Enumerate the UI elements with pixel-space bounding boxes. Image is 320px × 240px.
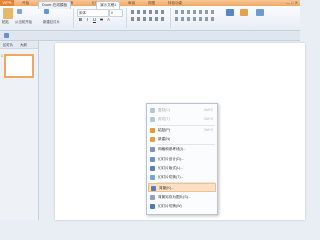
menu-item-switch-slide[interactable]: 幻灯片切换(W) [148,202,216,211]
ribbon-divider [126,8,127,28]
new-slide-icon[interactable] [44,9,49,14]
home-tab-icon[interactable] [4,33,9,38]
bold-button[interactable]: B [78,17,83,23]
menu-item-label: 网格和参考线(I)... [158,147,186,152]
menu-item-slide-layout[interactable]: 幻灯片版式(L)... [148,164,216,173]
menu-item-shortcut: Ctrl+X [204,117,213,122]
shape-icon[interactable] [226,9,234,16]
menu-item-slide-transition[interactable]: 幻灯片切换(T)... [148,173,216,182]
strike-button[interactable]: S [99,17,104,23]
italic-button[interactable]: I [85,17,90,23]
new-slide-label[interactable]: 新建幻灯片 [43,20,60,25]
menu-item-label: 幻灯片设计(D)... [158,156,184,161]
slide-design-icon [150,156,155,162]
menu-item-shortcut: Ctrl+V [204,127,213,132]
menu-item-label: 剪切(T) [158,117,170,122]
slide-transition-icon [150,175,155,181]
indent-icons[interactable] [131,17,165,21]
menu-item-paste[interactable]: 粘贴(P) Ctrl+V [148,126,216,135]
menu-item-new[interactable]: 新建(N) [148,135,216,144]
paste-icon[interactable] [3,8,13,19]
context-menu: 复制(C) Ctrl+C 剪切(T) Ctrl+X 粘贴(P) Ctrl+V 新建(N) 网格… [146,103,218,215]
tab-slides[interactable]: 幻灯片 [3,42,13,48]
tab-outline[interactable]: 大纲 [20,42,27,48]
find-icon[interactable] [256,9,264,16]
font-name-value: 宋体 [79,11,86,15]
menu-item-shortcut: Ctrl+C [203,108,213,112]
menu-item-cut[interactable]: 剪切(T) Ctrl+X [148,115,216,124]
menu-item-background[interactable]: 背景(K)... [148,183,216,193]
menu-item-label: 幻灯片切换(W) [158,204,182,208]
menu-item-label: 背景另存为图片(S)... [158,194,191,199]
paste-icon [150,127,155,133]
drawing-tools-icons[interactable] [175,10,215,14]
menu-item-copy[interactable]: 复制(C) Ctrl+C [148,106,216,115]
font-size-select[interactable]: 0 [109,9,123,17]
menu-item-label: 复制(C) [158,108,171,112]
menu-item-label: 幻灯片版式(L)... [158,165,184,170]
save-background-as-image-icon [150,194,155,200]
slide-number: 1 [1,54,3,58]
font-name-select[interactable]: 宋体 [77,9,109,17]
menu-item-slide-design[interactable]: 幻灯片设计(D)... [148,155,216,164]
from-current-label[interactable]: 从当前开始 [15,20,32,25]
slide-thumbnail[interactable] [4,54,34,78]
menu-item-label: 粘贴(P) [158,127,170,132]
ribbon-divider [170,8,171,28]
copy-icon [150,108,155,113]
grid-guides-icon [150,147,155,153]
format-painter-icon[interactable] [240,9,248,16]
from-current-icon[interactable] [17,9,22,14]
menu-item-label: 幻灯片切换(T)... [158,175,184,180]
menu-item-save-background-as-image[interactable]: 背景另存为图片(S)... [148,193,216,202]
tab-docer-templates[interactable]: Docer-在线模板 [38,1,72,9]
tab-presentation[interactable]: 演示文稿1 [96,1,121,9]
cut-icon [150,117,155,123]
arrange-tools-icons[interactable] [175,17,215,21]
new-icon [150,136,155,142]
slide-layout-icon [150,165,155,171]
paste-label: 粘贴 [2,20,9,24]
underline-button[interactable]: U [92,17,97,23]
background-icon [151,186,156,192]
switch-slide-icon [150,204,155,209]
font-color-button[interactable]: A [106,17,111,23]
paragraph-align-icons[interactable] [131,10,165,14]
menu-item-grid-guides[interactable]: 网格和参考线(I)... [148,145,216,154]
ribbon-divider [73,8,74,28]
menu-item-label: 新建(N) [158,136,171,141]
font-size-value: 0 [111,11,113,15]
document-tabs [0,31,300,41]
